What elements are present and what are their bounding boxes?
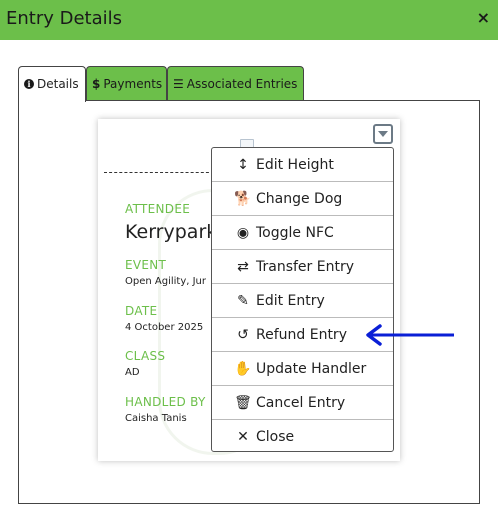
dog-icon: 🐕: [234, 191, 252, 207]
tab-details[interactable]: i Details: [18, 66, 86, 102]
menu-item-label: Change Dog: [256, 191, 343, 207]
menu-item-label: Cancel Entry: [256, 395, 346, 411]
menu-item-label: Transfer Entry: [256, 259, 354, 275]
menu-item-label: Edit Entry: [256, 293, 325, 309]
attendee-label: ATTENDEE: [125, 202, 191, 216]
menu-item-toggle-nfc[interactable]: ◉ Toggle NFC: [212, 216, 393, 250]
date-value: 4 October 2025: [125, 322, 204, 333]
menu-item-change-dog[interactable]: 🐕 Change Dog: [212, 182, 393, 216]
list-icon: ☰: [173, 77, 184, 91]
radio-dot-icon: ◉: [236, 225, 250, 241]
handled-by-label: HANDLED BY: [125, 395, 206, 409]
card-divider: [104, 172, 214, 173]
menu-item-label: Toggle NFC: [256, 225, 334, 241]
close-icon: ✕: [237, 429, 249, 445]
undo-icon: ↺: [237, 327, 249, 343]
vertical-arrows-icon: ↕: [237, 157, 249, 173]
menu-item-update-handler[interactable]: ✋ Update Handler: [212, 352, 393, 386]
event-value: Open Agility, Jur: [125, 276, 207, 287]
dollar-icon: $: [92, 77, 101, 91]
date-label: DATE: [125, 304, 158, 318]
class-label: CLASS: [125, 349, 166, 363]
trash-icon: 🗑: [234, 395, 252, 411]
attendee-value: Kerrypark: [125, 221, 218, 243]
menu-item-transfer-entry[interactable]: ⇄ Transfer Entry: [212, 250, 393, 284]
menu-item-label: Close: [256, 429, 295, 445]
dialog-title: Entry Details: [6, 8, 123, 29]
handled-by-value: Caisha Tanis: [125, 413, 187, 424]
class-value: AD: [125, 367, 140, 378]
menu-item-label: Refund Entry: [256, 327, 347, 343]
edit-icon: ✎: [237, 293, 249, 309]
event-label: EVENT: [125, 258, 167, 272]
menu-item-cancel-entry[interactable]: 🗑 Cancel Entry: [212, 386, 393, 420]
entry-actions-menu: ↕ Edit Height 🐕 Change Dog ◉ Toggle NFC …: [211, 147, 394, 452]
close-icon[interactable]: ×: [477, 8, 490, 27]
tab-associated-entries-label: Associated Entries: [186, 77, 298, 91]
dialog-titlebar: Entry Details ×: [0, 0, 498, 40]
tab-payments[interactable]: $ Payments: [86, 66, 167, 101]
menu-item-label: Update Handler: [256, 361, 367, 377]
menu-item-label: Edit Height: [256, 157, 334, 173]
menu-item-edit-entry[interactable]: ✎ Edit Entry: [212, 284, 393, 318]
exchange-icon: ⇄: [237, 259, 249, 275]
annotation-arrow-icon: [366, 324, 454, 346]
menu-item-close[interactable]: ✕ Close: [212, 420, 393, 454]
info-icon: i: [24, 79, 34, 89]
tab-associated-entries[interactable]: ☰ Associated Entries: [167, 66, 304, 101]
menu-item-edit-height[interactable]: ↕ Edit Height: [212, 148, 393, 182]
tab-details-label: Details: [37, 77, 79, 91]
hand-icon: ✋: [234, 361, 252, 377]
chevron-down-icon[interactable]: [373, 124, 393, 144]
tab-payments-label: Payments: [103, 77, 163, 91]
